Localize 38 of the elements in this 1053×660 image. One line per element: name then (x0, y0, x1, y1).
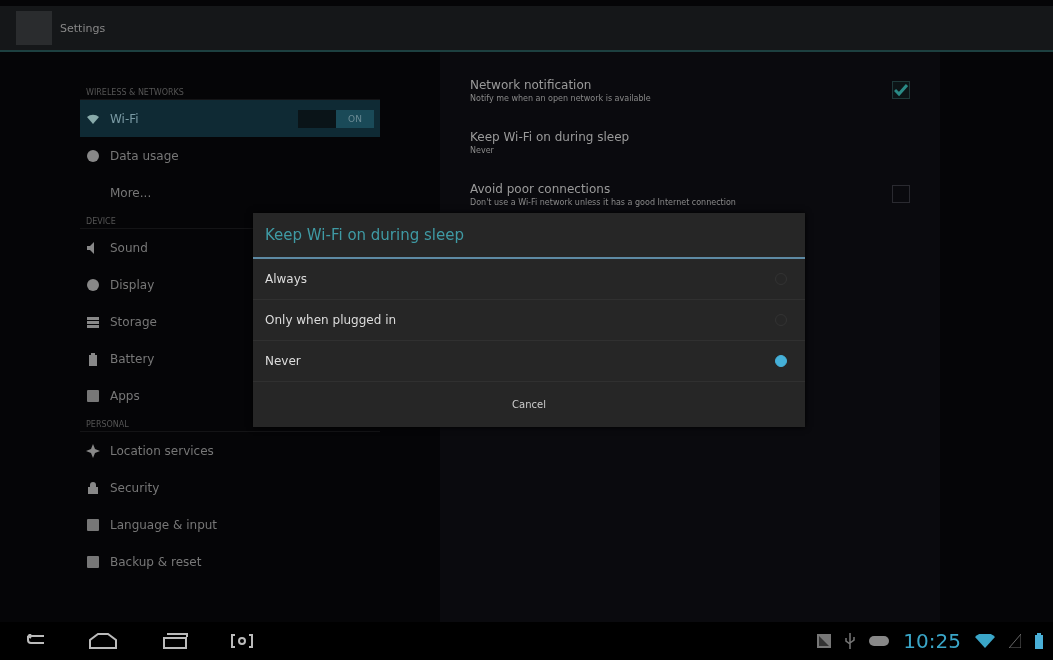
checkbox[interactable] (892, 185, 910, 203)
home-icon[interactable] (88, 633, 118, 649)
dialog-title: Keep Wi-Fi on during sleep (253, 213, 805, 259)
storage-icon (86, 314, 100, 329)
image-icon (817, 634, 832, 648)
sidebar-item[interactable]: Backup & reset (80, 543, 380, 580)
setting-summary: Don't use a Wi-Fi network unless it has a good Internet connection (470, 197, 737, 207)
sidebar-item[interactable]: Language & input (80, 506, 380, 543)
usb-icon (845, 633, 856, 649)
sidebar-item[interactable]: Location services (80, 432, 380, 469)
setting-summary: Notify me when an open network is available (470, 93, 652, 103)
setting-title: Keep Wi-Fi on during sleep (470, 129, 631, 144)
setting-title: Network notification (470, 77, 593, 92)
dialog-option[interactable]: Only when plugged in (253, 300, 805, 341)
wifi-signal-icon (975, 634, 995, 648)
cancel-button[interactable]: Cancel (472, 391, 586, 418)
setting-summary: Never (470, 145, 495, 155)
battery-icon (86, 351, 100, 366)
setting-row[interactable]: Network notification Notify me when an open network is available (440, 64, 940, 116)
radio-button[interactable] (775, 355, 787, 367)
sidebar-item[interactable]: Security (80, 469, 380, 506)
setting-title: Avoid poor connections (470, 181, 612, 196)
action-bar-title: Settings (60, 21, 106, 35)
sidebar-item[interactable]: Data usage (80, 137, 380, 174)
sidebar-item[interactable]: More... (80, 174, 380, 211)
location-icon (86, 443, 100, 458)
recent-apps-icon[interactable] (160, 633, 188, 649)
screenshot-icon[interactable] (230, 634, 254, 648)
clock: 10:25 (903, 629, 961, 653)
battery-icon (1035, 633, 1043, 649)
dialog-option[interactable]: Never (253, 341, 805, 382)
sidebar-item[interactable]: Wi-Fi ON (80, 100, 380, 137)
cell-signal-icon (1009, 634, 1021, 648)
setting-row[interactable]: Keep Wi-Fi on during sleep Never (440, 116, 940, 168)
lock-icon (86, 480, 100, 495)
toggle-switch[interactable]: ON (298, 109, 374, 128)
checkbox[interactable] (892, 81, 910, 99)
dialog-option[interactable]: Always (253, 259, 805, 300)
